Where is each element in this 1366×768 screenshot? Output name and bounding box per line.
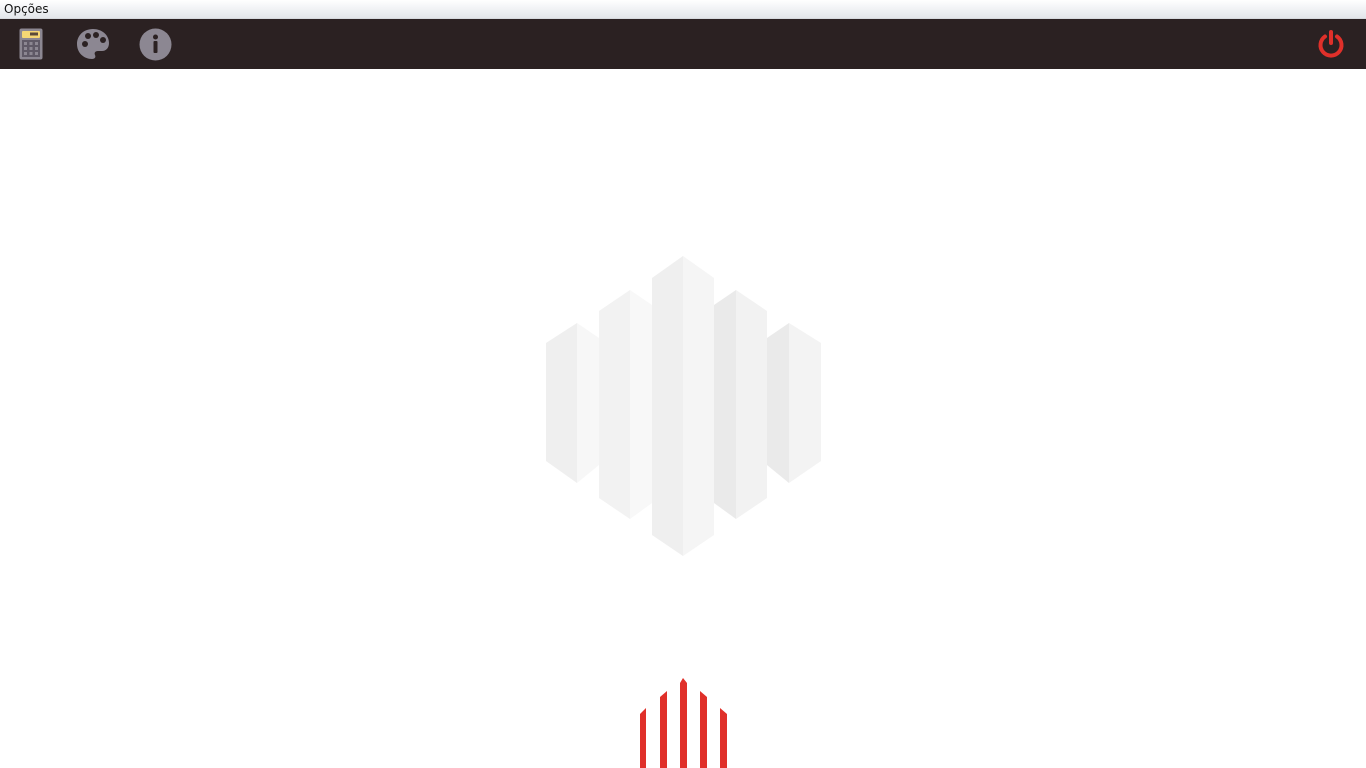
logo-watermark (546, 256, 821, 556)
about-button[interactable] (130, 19, 180, 69)
power-icon (1318, 30, 1344, 58)
menu-bar: Opções (0, 0, 1366, 19)
menu-opcoes[interactable]: Opções (4, 2, 49, 17)
info-icon (139, 28, 171, 60)
calculator-icon (19, 28, 43, 60)
toolbar (0, 19, 1366, 69)
calculator-button[interactable] (6, 19, 56, 69)
palette-icon (77, 29, 109, 59)
theme-button[interactable] (68, 19, 118, 69)
main-content (0, 69, 1366, 768)
brand-logo (640, 678, 727, 768)
power-button[interactable] (1306, 19, 1356, 69)
